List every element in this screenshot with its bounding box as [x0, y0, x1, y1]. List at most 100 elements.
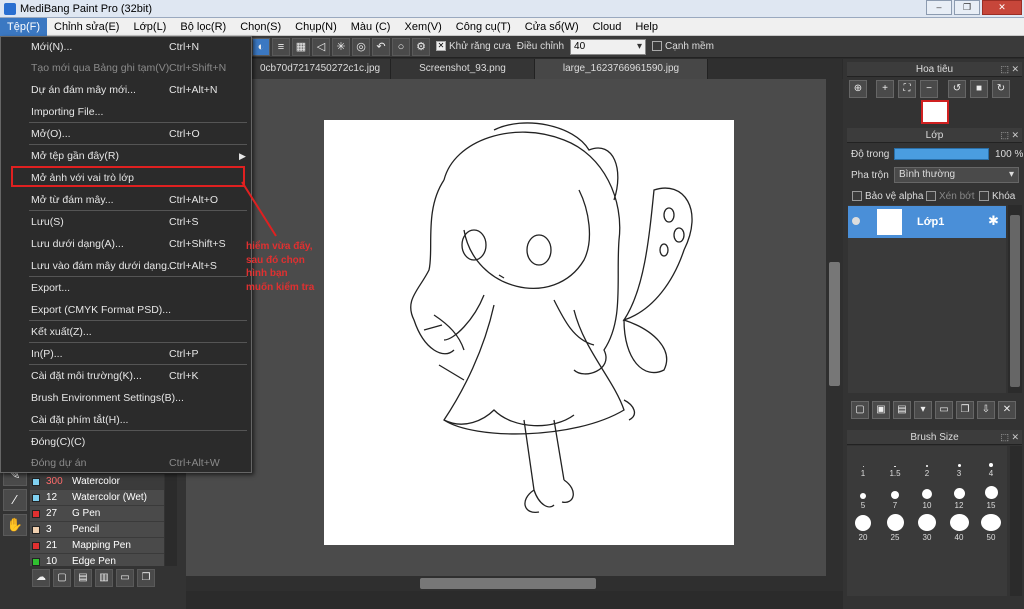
menu-item[interactable]: Export (CMYK Format PSD)...	[1, 300, 251, 321]
new-brush-icon[interactable]: ▢	[53, 569, 71, 587]
panel-close-icon[interactable]: ⬚ ✕	[1000, 430, 1019, 445]
menu-color[interactable]: Màu (C)	[344, 18, 398, 36]
brush-size-cell[interactable]: 12	[943, 482, 975, 510]
menu-item[interactable]: Brush Environment Settings(B)...	[1, 388, 251, 409]
add-layer-menu-icon[interactable]: ▾	[914, 401, 932, 419]
tab-doc-2[interactable]: Screenshot_93.png	[391, 59, 535, 79]
menu-item[interactable]: Cài đặt phím tắt(H)...	[1, 410, 251, 431]
brush-size-cell[interactable]: 5	[847, 482, 879, 510]
menu-item[interactable]: Mới(N)... Ctrl+N	[1, 37, 251, 58]
brush-size-cell[interactable]: 7	[879, 482, 911, 510]
menu-item[interactable]: Mở từ đám mây... Ctrl+Alt+O	[1, 190, 251, 211]
brush-size-cell[interactable]: 40	[943, 514, 975, 542]
menu-item[interactable]: Dự án đám mây mới... Ctrl+Alt+N	[1, 80, 251, 101]
new-1bit-layer-icon[interactable]: ▤	[893, 401, 911, 419]
brush-size-cell[interactable]: 50	[975, 514, 1007, 542]
menu-view[interactable]: Xem(V)	[397, 18, 448, 36]
settings-icon[interactable]: ⚙	[412, 37, 430, 56]
menu-item[interactable]: Đóng dự án Ctrl+Alt+W	[1, 453, 251, 474]
alpha-protect-checkbox[interactable]: Bảo vệ alpha	[852, 191, 923, 202]
panel-close-icon[interactable]: ⬚ ✕	[1000, 62, 1019, 77]
menu-item[interactable]: Mở(O)... Ctrl+O	[1, 124, 251, 145]
brush-item[interactable]: 21 Mapping Pen	[30, 538, 164, 554]
navigator-thumbnail[interactable]	[921, 100, 949, 124]
zoom-in-icon[interactable]: +	[876, 80, 894, 98]
canvas-horizontal-scroll-thumb[interactable]	[420, 578, 596, 589]
layer-settings-icon[interactable]: ✱	[988, 213, 999, 229]
brush-size-cell[interactable]: 15	[975, 482, 1007, 510]
tab-doc-1[interactable]: 0cb70d7217450272c1c.jpg	[250, 59, 392, 79]
lock-checkbox[interactable]: Khóa	[979, 191, 1015, 202]
menu-item[interactable]: Lưu dưới dạng(A)... Ctrl+Shift+S	[1, 234, 251, 255]
brush-item[interactable]: 27 G Pen	[30, 506, 164, 522]
close-button[interactable]: ✕	[982, 0, 1022, 15]
brush-settings-icon[interactable]: ▥	[95, 569, 113, 587]
menu-window[interactable]: Cửa sổ(W)	[518, 18, 586, 36]
concentric-icon[interactable]: ◎	[352, 37, 370, 56]
brush-size-cell[interactable]: 1.5	[879, 450, 911, 478]
delete-layer-icon[interactable]: ✕	[998, 401, 1016, 419]
fullscreen-icon[interactable]: ■	[970, 80, 988, 98]
menu-filter[interactable]: Bộ lọc(R)	[173, 18, 233, 36]
maximize-button[interactable]: ❐	[954, 0, 980, 15]
fill-tool-icon[interactable]: ◐	[252, 37, 270, 56]
menu-item[interactable]: Lưu(S) Ctrl+S	[1, 212, 251, 233]
hand-icon[interactable]: ✋	[3, 514, 27, 536]
brush-item[interactable]: 10 Edge Pen	[30, 554, 164, 566]
menu-item[interactable]: Importing File...	[1, 102, 251, 123]
brush-item[interactable]: 3 Pencil	[30, 522, 164, 538]
canvas-paper[interactable]	[324, 120, 734, 545]
rotate-left-icon[interactable]: ↺	[948, 80, 966, 98]
menu-capture[interactable]: Chụp(N)	[288, 18, 344, 36]
menu-item[interactable]: Kết xuất(Z)...	[1, 322, 251, 343]
rotate-right-icon[interactable]: ↻	[992, 80, 1010, 98]
zoom-out-icon[interactable]: −	[920, 80, 938, 98]
menu-tools[interactable]: Công cụ(T)	[449, 18, 518, 36]
menu-item[interactable]: Cài đặt môi trường(K)... Ctrl+K	[1, 366, 251, 387]
menu-file[interactable]: Tệp(F)	[0, 17, 47, 36]
brush-size-cell[interactable]: 2	[911, 450, 943, 478]
brush-size-cell[interactable]: 1	[847, 450, 879, 478]
new-8bit-layer-icon[interactable]: ▣	[872, 401, 890, 419]
menu-item[interactable]: Mở tệp gần đây(R) ▶	[1, 146, 251, 167]
duplicate-layer-icon[interactable]: ❐	[956, 401, 974, 419]
menu-item[interactable]: Export...	[1, 278, 251, 299]
folder-icon[interactable]: ▭	[116, 569, 134, 587]
brush-size-cell[interactable]: 3	[943, 450, 975, 478]
adjust-select[interactable]: 40	[570, 38, 647, 55]
triangle-icon[interactable]: ◁	[312, 37, 330, 56]
lines-icon[interactable]: ≡	[272, 37, 290, 56]
menu-item[interactable]: Tạo mới qua Bảng ghi tạm(V) Ctrl+Shift+N	[1, 58, 251, 79]
add-brush-icon[interactable]: ▤	[74, 569, 92, 587]
brush-size-cell[interactable]: 30	[911, 514, 943, 542]
brush-size-cell[interactable]: 20	[847, 514, 879, 542]
menu-cloud[interactable]: Cloud	[586, 18, 629, 36]
blend-mode-select[interactable]: Bình thường	[894, 167, 1019, 183]
layer-folder-icon[interactable]: ▭	[935, 401, 953, 419]
antialias-checkbox[interactable]: ✕ Khử răng cưa	[436, 41, 511, 52]
menu-item[interactable]: Đóng(C)(C)	[1, 432, 251, 453]
menu-help[interactable]: Help	[628, 18, 665, 36]
copy-icon[interactable]: ❐	[137, 569, 155, 587]
menu-item[interactable]: In(P)... Ctrl+P	[1, 344, 251, 365]
brush-size-cell[interactable]: 25	[879, 514, 911, 542]
brush-size-scrollbar[interactable]	[1010, 446, 1022, 596]
ring-icon[interactable]: ○	[392, 37, 410, 56]
opacity-slider[interactable]	[894, 148, 989, 160]
burst-icon[interactable]: ✳	[332, 37, 350, 56]
soft-edge-checkbox[interactable]: Cạnh mềm	[652, 41, 714, 52]
eyedropper-icon[interactable]: ⁄	[3, 489, 27, 511]
visibility-icon[interactable]	[852, 217, 860, 225]
layer-list-scroll-thumb[interactable]	[1010, 215, 1020, 387]
panel-close-icon[interactable]: ⬚ ✕	[1000, 128, 1019, 143]
grid-icon[interactable]: ▦	[292, 37, 310, 56]
tab-doc-3[interactable]: large_1623766961590.jpg	[534, 59, 709, 79]
menu-select[interactable]: Chọn(S)	[233, 18, 288, 36]
clipping-checkbox[interactable]: Xén bớt	[926, 191, 974, 202]
brush-size-cell[interactable]: 10	[911, 482, 943, 510]
menu-layer[interactable]: Lớp(L)	[126, 18, 173, 36]
menu-edit[interactable]: Chỉnh sửa(E)	[47, 18, 126, 36]
brush-item[interactable]: 12 Watercolor (Wet)	[30, 490, 164, 506]
actual-size-icon[interactable]: ⛶	[898, 80, 916, 98]
new-layer-icon[interactable]: ▢	[851, 401, 869, 419]
